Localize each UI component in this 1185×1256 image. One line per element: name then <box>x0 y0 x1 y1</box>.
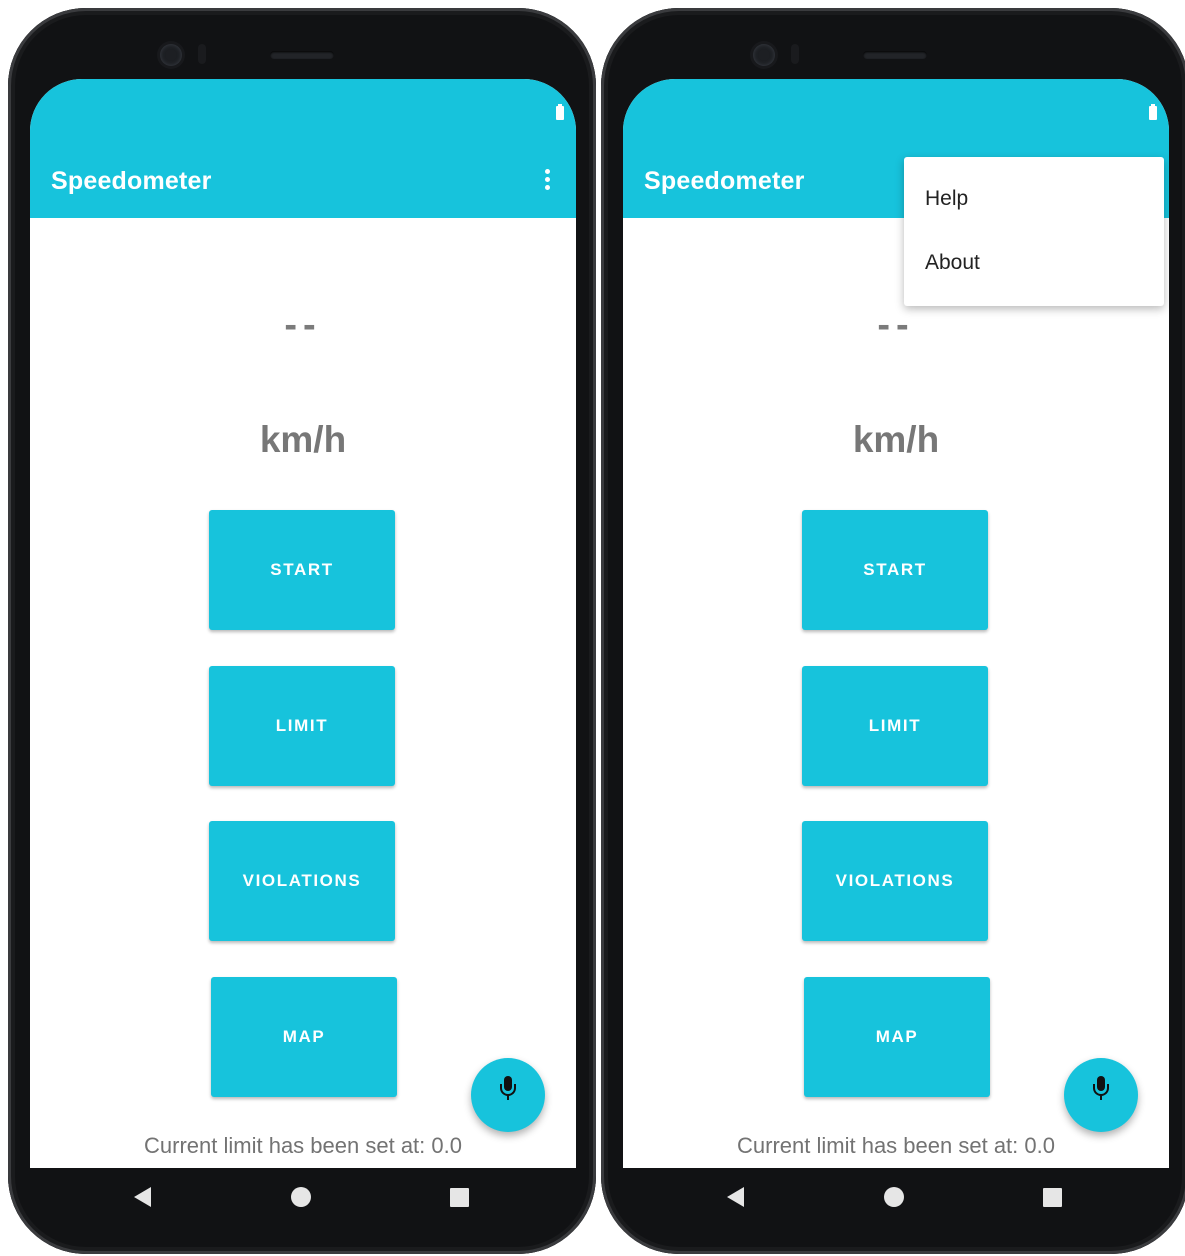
speed-unit: km/h <box>852 419 940 460</box>
overflow-menu: Help About <box>904 157 1164 306</box>
app-title: Speedometer <box>51 167 212 195</box>
home-circle-icon[interactable] <box>291 1187 311 1207</box>
voice-fab-button[interactable] <box>1064 1058 1138 1132</box>
microphone-icon <box>1093 1076 1109 1114</box>
voice-fab-button[interactable] <box>471 1058 545 1132</box>
limit-status-text: Current limit has been set at: 0.0 <box>144 1133 462 1158</box>
limit-button[interactable]: LIMIT <box>802 666 988 786</box>
violations-button[interactable]: VIOLATIONS <box>802 821 988 941</box>
app-title: Speedometer <box>644 167 805 195</box>
system-nav-bar <box>30 1168 576 1226</box>
battery-icon <box>1149 104 1157 120</box>
back-triangle-icon[interactable] <box>134 1187 151 1207</box>
microphone-icon <box>500 1076 516 1114</box>
limit-status-text: Current limit has been set at: 0.0 <box>737 1133 1055 1158</box>
back-triangle-icon[interactable] <box>727 1187 744 1207</box>
start-button[interactable]: START <box>209 510 395 630</box>
earpiece-speaker <box>863 51 927 59</box>
app-bar: Speedometer <box>30 79 576 218</box>
map-button[interactable]: MAP <box>211 977 397 1097</box>
phone-frame-main: Speedometer -- km/h START LIMIT VIOLATIO… <box>8 8 596 1254</box>
battery-icon <box>556 104 564 120</box>
menu-item-about[interactable]: About <box>925 251 980 275</box>
phone-frame-menu-open: Speedometer -- km/h START LIMIT VIOLATIO… <box>601 8 1185 1254</box>
comparison-stage: Speedometer -- km/h START LIMIT VIOLATIO… <box>0 0 1185 1256</box>
speed-unit: km/h <box>259 419 347 460</box>
proximity-sensor <box>791 44 799 64</box>
limit-button[interactable]: LIMIT <box>209 666 395 786</box>
start-button[interactable]: START <box>802 510 988 630</box>
violations-button[interactable]: VIOLATIONS <box>209 821 395 941</box>
map-button[interactable]: MAP <box>804 977 990 1097</box>
app-screen: Speedometer -- km/h START LIMIT VIOLATIO… <box>30 79 576 1168</box>
front-camera-icon <box>160 44 182 66</box>
speed-value: -- <box>284 304 322 346</box>
earpiece-speaker <box>270 51 334 59</box>
more-vert-icon[interactable] <box>538 167 556 197</box>
proximity-sensor <box>198 44 206 64</box>
menu-item-help[interactable]: Help <box>925 187 968 211</box>
recents-square-icon[interactable] <box>450 1188 469 1207</box>
front-camera-icon <box>753 44 775 66</box>
system-nav-bar <box>623 1168 1169 1226</box>
home-circle-icon[interactable] <box>884 1187 904 1207</box>
recents-square-icon[interactable] <box>1043 1188 1062 1207</box>
speed-value: -- <box>877 304 915 346</box>
app-screen: Speedometer -- km/h START LIMIT VIOLATIO… <box>623 79 1169 1168</box>
